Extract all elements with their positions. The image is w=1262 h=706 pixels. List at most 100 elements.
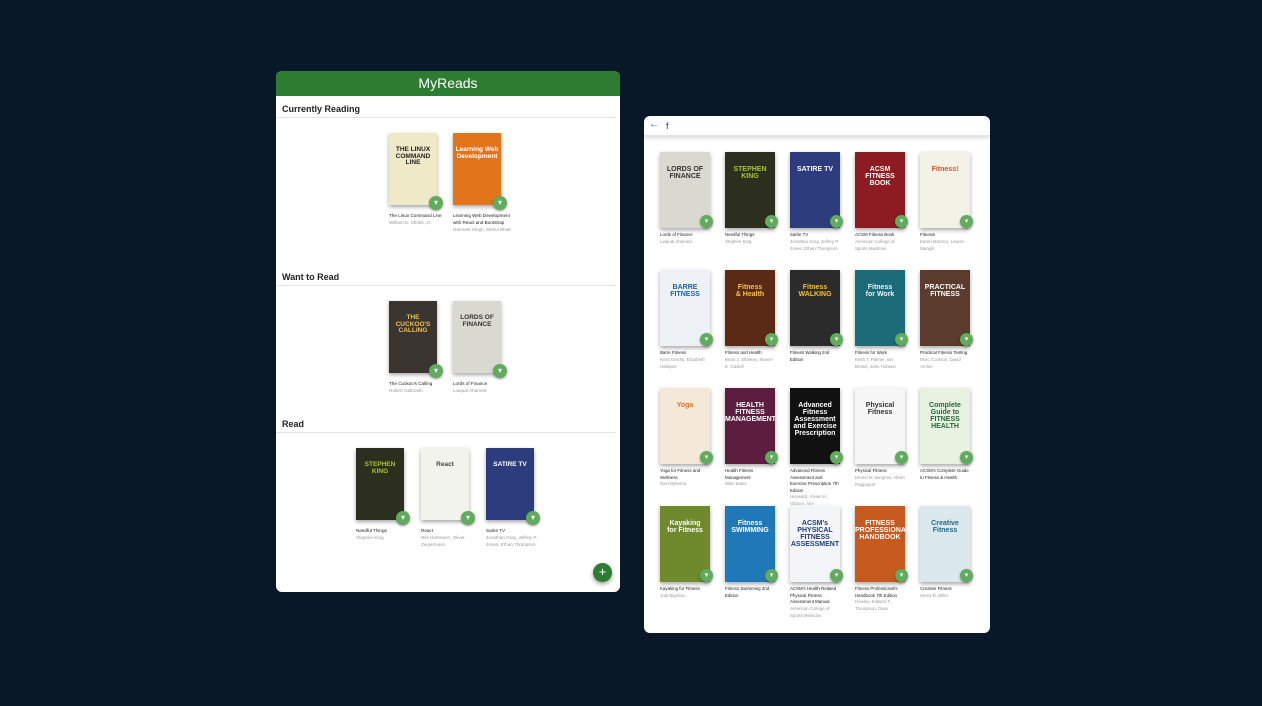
book-cover-text: THE CUCKOO'S CALLING [395, 314, 431, 334]
book-title: Satire TV [486, 528, 506, 533]
bookshelf: Read STEPHEN KING ▾ Needful Things Stephen K… [276, 419, 620, 547]
book-cover-text: Kayaking for Fitness [667, 520, 703, 534]
book-cover-text: Fitness for Work [865, 284, 895, 298]
shelf-changer-icon[interactable]: ▾ [960, 333, 973, 346]
shelf-books: THE LINUX COMMAND LINE ▾ The Linux Command… [276, 122, 620, 262]
shelf-changer-icon[interactable]: ▾ [960, 569, 973, 582]
book-title: Fitness for Work [855, 350, 887, 355]
book-cover[interactable]: SATIRE TV [486, 448, 534, 520]
book-cover-text: Fitness SWIMMING [731, 520, 769, 534]
book-cover[interactable]: THE LINUX COMMAND LINE [389, 133, 437, 205]
book-cover[interactable]: LORDS OF FINANCE [453, 301, 501, 373]
book-title: Needful Things [356, 528, 387, 533]
book-cover-text: HEALTH FITNESS MANAGEMENT [725, 402, 775, 423]
shelf-changer-icon[interactable]: ▾ [960, 451, 973, 464]
book-authors: Kriss Gerdts, Elizabeth Hallqvist [660, 357, 705, 369]
shelf-changer-icon[interactable]: ▾ [700, 451, 713, 464]
book-title: Lords of Finance [453, 381, 488, 386]
shelf-changer-icon[interactable]: ▾ [765, 215, 778, 228]
shelf-changer-icon[interactable]: ▾ [830, 451, 843, 464]
add-book-button[interactable]: + [593, 563, 612, 582]
bookshelf: Want to Read THE CUCKOO'S CALLING ▾ The Cuc… [276, 272, 620, 393]
book-cover-text: Creative Fitness [931, 520, 959, 534]
book-title: Advanced Fitness Assessment and Exercise… [790, 468, 839, 493]
book-title: Fitness Swimming 2nd Edition [725, 586, 770, 598]
shelf-changer-icon[interactable]: ▾ [765, 569, 778, 582]
book-cover-text: SATIRE TV [493, 461, 527, 468]
book-authors: Stephen King [356, 535, 384, 540]
book-cover-text: THE LINUX COMMAND LINE [395, 146, 431, 166]
book-authors: Jonathan Gray, Jeffrey P. Jones, Ethan T… [790, 239, 839, 251]
book-authors: Stephen King [725, 239, 752, 244]
book-cover-text: Yoga [676, 402, 694, 409]
bookshelf: Currently Reading THE LINUX COMMAND LINE ▾… [276, 104, 620, 232]
shelf-title: Want to Read [276, 272, 616, 286]
shelf-changer-icon[interactable]: ▾ [895, 451, 908, 464]
shelf-changer-icon[interactable]: ▾ [960, 215, 973, 228]
book-title: Lords of Finance [660, 232, 693, 237]
book-title: Creative Fitness [920, 586, 952, 591]
shelf-changer-icon[interactable]: ▾ [700, 333, 713, 346]
app-title: MyReads [276, 71, 620, 96]
book-title: Practical Fitness Testing [920, 350, 968, 355]
shelf-changer-icon[interactable]: ▾ [526, 511, 540, 525]
book-title: Fitness Walking 2nd Edition [790, 350, 830, 362]
book-title: The Linux Command Line [389, 213, 442, 218]
shelf-changer-icon[interactable]: ▾ [700, 215, 713, 228]
book-authors: Mike Bates [725, 481, 747, 486]
book-title: Barre Fitness [660, 350, 687, 355]
shelf-changer-icon[interactable]: ▾ [895, 333, 908, 346]
book-cover-text: PRACTICAL FITNESS [924, 284, 966, 298]
shelf-changer-icon[interactable]: ▾ [396, 511, 410, 525]
book-cover-text: Fitness WALKING [798, 284, 832, 298]
book-authors: Henry B. Biller [920, 593, 949, 598]
book-cover-text: STEPHEN KING [733, 166, 767, 180]
book-cover[interactable]: React [421, 448, 469, 520]
shelf-changer-icon[interactable]: ▾ [429, 196, 443, 210]
search-input[interactable] [666, 120, 966, 132]
shelf-changer-icon[interactable]: ▾ [765, 333, 778, 346]
book-cover-text: LORDS OF FINANCE [460, 314, 494, 328]
book-cover-text: Fitness! [931, 166, 959, 173]
book-title: ACSM's Health-Related Physical Fitness A… [790, 586, 837, 605]
back-arrow-icon[interactable]: ← [649, 119, 659, 130]
shelf-changer-icon[interactable]: ▾ [765, 451, 778, 464]
shelf-changer-icon[interactable]: ▾ [429, 364, 443, 378]
shelf-changer-icon[interactable]: ▾ [830, 333, 843, 346]
shelf-books: THE CUCKOO'S CALLING ▾ The Cuckoo's Callin… [276, 290, 620, 430]
shelf-changer-icon[interactable]: ▾ [700, 569, 713, 582]
book-title: Needful Things [725, 232, 755, 237]
book-authors: Nils Hartmann, Oliver Zeigermann [421, 535, 465, 547]
shelf-changer-icon[interactable]: ▾ [830, 215, 843, 228]
book-authors: Karen Mazzeo, Lauren Mangili [920, 239, 965, 251]
shelf-changer-icon[interactable]: ▾ [830, 569, 843, 582]
book-cover-text: ACSM's PHYSICAL FITNESS ASSESSMENT [790, 520, 840, 548]
shelf-changer-icon[interactable]: ▾ [493, 196, 507, 210]
book-cover-text: Fitness & Health [735, 284, 765, 298]
shelf-changer-icon[interactable]: ▾ [895, 215, 908, 228]
book-cover-text: React [436, 461, 454, 468]
book-authors: Morc Coulson, David Archer [920, 357, 961, 369]
book-title: ACSM Fitness Book [855, 232, 895, 237]
book-authors: American College of Sports Medicine [790, 606, 830, 618]
book-authors: Brian J. Sharkey, Steven E. Gaskill [725, 357, 773, 369]
book-cover[interactable]: STEPHEN KING [356, 448, 404, 520]
book-cover-text: Learning Web Development [455, 146, 499, 160]
book-cover-text: Complete Guide to FITNESS HEALTH [929, 402, 961, 430]
book-cover[interactable]: Learning Web Development [453, 133, 501, 205]
shelf-changer-icon[interactable]: ▾ [895, 569, 908, 582]
book-authors: Robert Galbraith [389, 388, 423, 393]
book-cover-text: ACSM FITNESS BOOK [865, 166, 895, 187]
book-title: The Cuckoo's Calling [389, 381, 433, 386]
book-cover[interactable]: THE CUCKOO'S CALLING [389, 301, 437, 373]
book-title: Health Fitness Management [725, 468, 754, 480]
book-cover-text: FITNESS PROFESSIONAL'S HANDBOOK [855, 520, 905, 541]
shelf-title: Currently Reading [276, 104, 616, 118]
book-title: Fitness and Health [725, 350, 762, 355]
book-title: Physical Fitness [855, 468, 887, 473]
shelf-changer-icon[interactable]: ▾ [461, 511, 475, 525]
book-cover-text: LORDS OF FINANCE [666, 166, 704, 180]
shelf-changer-icon[interactable]: ▾ [493, 364, 507, 378]
book-authors: American College of Sports Medicine [855, 239, 895, 251]
book-title: Kayaking for Fitness [660, 586, 700, 591]
